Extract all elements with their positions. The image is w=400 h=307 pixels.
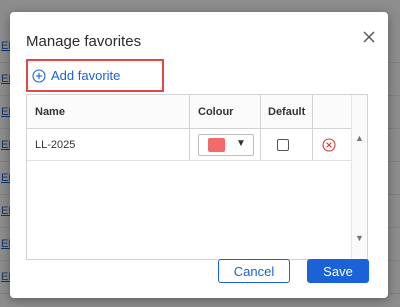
add-favorite-label: Add favorite [51, 68, 121, 83]
add-favorite-button[interactable]: Add favorite [26, 59, 164, 92]
column-header-colour: Colour [198, 106, 234, 118]
favorite-name: LL-2025 [35, 139, 76, 151]
dialog-title: Manage favorites [26, 33, 142, 50]
manage-favorites-dialog: Manage favorites Add favorite Name Colou… [10, 12, 388, 298]
plus-circle-icon [32, 68, 46, 83]
save-button[interactable]: Save [307, 259, 369, 283]
column-header-name: Name [35, 106, 65, 118]
cancel-button[interactable]: Cancel [218, 259, 290, 283]
table-row: LL-2025 ▼ [27, 129, 352, 161]
scroll-down-icon[interactable]: ▼ [355, 233, 364, 243]
table-scrollbar[interactable]: ▲ ▼ [351, 95, 367, 259]
chevron-down-icon: ▼ [236, 138, 246, 149]
scroll-up-icon[interactable]: ▲ [355, 133, 364, 143]
remove-circle-icon[interactable] [322, 138, 336, 152]
close-icon[interactable] [360, 28, 378, 46]
default-checkbox[interactable] [277, 139, 289, 151]
favorites-table: Name Colour Default LL-2025 ▼ ▲ ▼ [26, 94, 368, 260]
column-header-default: Default [268, 106, 306, 118]
colour-dropdown[interactable]: ▼ [198, 134, 254, 156]
colour-swatch [208, 138, 225, 152]
